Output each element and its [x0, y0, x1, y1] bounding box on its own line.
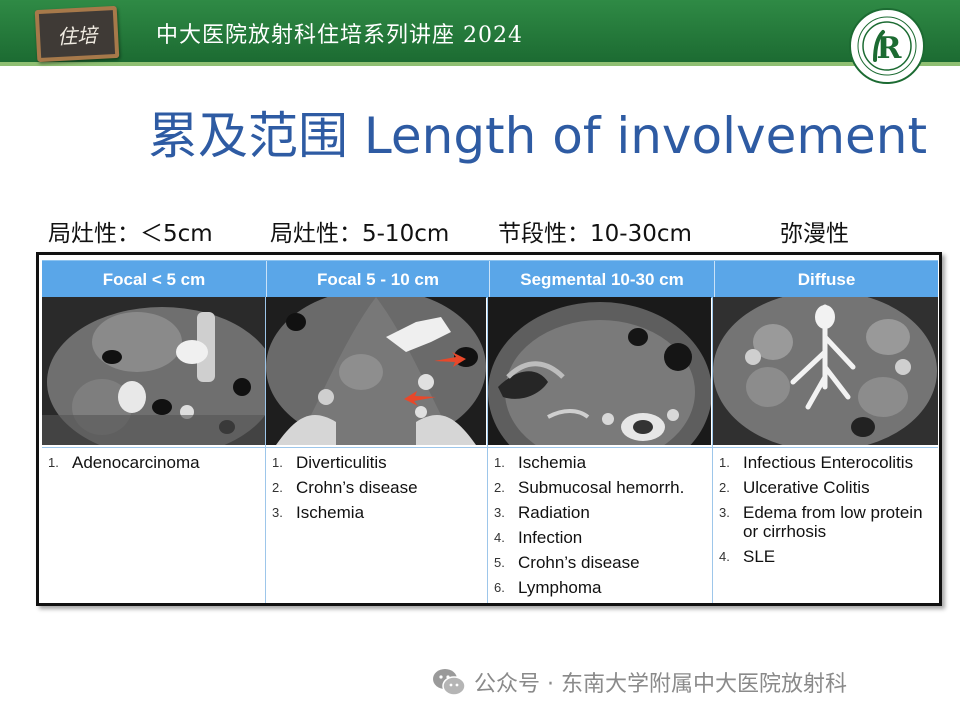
- category-segmental: Segmental 10-30 cm: [520, 269, 684, 289]
- category-header-row: Focal < 5 cm Focal 5 - 10 cm Segmental 1…: [42, 260, 938, 298]
- diagnosis-number: 3.: [494, 505, 505, 520]
- ct-image-focal-small: [42, 297, 265, 445]
- diagnosis-number: 1.: [48, 455, 59, 470]
- diagnosis-number: 1.: [494, 455, 505, 470]
- diagnosis-item: 5. Crohn’s disease: [494, 550, 712, 575]
- diagnosis-item: 2. Submucosal hemorrh.: [494, 475, 712, 500]
- diagnosis-number: 2.: [272, 480, 283, 495]
- diagnosis-text: Diverticulitis: [296, 453, 387, 472]
- diagnosis-text: SLE: [743, 547, 776, 566]
- column-header-diffuse: 弥漫性: [780, 221, 849, 247]
- diagnosis-number: 3.: [719, 505, 730, 520]
- list-focal-medium: 1. Diverticulitis 2. Crohn’s disease 3. Ische…: [266, 450, 487, 602]
- row-divider: [42, 447, 938, 448]
- diagnosis-text: Radiation: [518, 503, 590, 522]
- diagnosis-text: Ulcerative Colitis: [743, 478, 870, 497]
- diagnosis-text: Lymphoma: [518, 578, 602, 597]
- diagnosis-text: Adenocarcinoma: [72, 453, 200, 472]
- wechat-watermark: 公众号 · 东南大学附属中大医院放射科: [432, 666, 847, 698]
- diagnosis-text: Ischemia: [518, 453, 587, 472]
- diagnosis-item: 1. Diverticulitis: [272, 450, 487, 475]
- category-diffuse: Diffuse: [797, 269, 856, 289]
- diagnosis-text: Infection: [518, 528, 583, 547]
- involvement-table: Focal < 5 cm Focal 5 - 10 cm Segmental 1…: [36, 252, 942, 606]
- diagnosis-item: 1. Infectious Enterocolitis: [719, 450, 938, 475]
- diagnosis-number: 4.: [719, 549, 730, 564]
- logo-text: 住培: [56, 22, 98, 49]
- diagnosis-item: 4. SLE: [719, 544, 938, 569]
- wechat-icon: [433, 669, 466, 696]
- page-title: 累及范围 Length of involvement: [148, 107, 928, 165]
- diagnosis-item: 3. Ischemia: [272, 500, 487, 525]
- watermark-text: 公众号 · 东南大学附属中大医院放射科: [474, 672, 847, 697]
- diagnosis-item: 1. Ischemia: [494, 450, 712, 475]
- category-focal-medium: Focal 5 - 10 cm: [317, 269, 439, 289]
- ct-image-segmental: [488, 297, 711, 445]
- ct-image-diffuse: [713, 297, 938, 445]
- column-header-focal-medium: 局灶性：5-10cm: [270, 221, 450, 247]
- header-strip: [0, 62, 960, 66]
- column-header-segmental: 节段性：10-30cm: [498, 221, 692, 247]
- diagnosis-text: Edema from low protein or cirrhosis: [743, 503, 923, 541]
- diagnosis-text: Ischemia: [296, 503, 365, 522]
- diagnosis-item: 1. Adenocarcinoma: [48, 450, 265, 475]
- emblem-letter: R: [877, 31, 903, 66]
- ct-image-focal-medium: [266, 297, 486, 445]
- diagnosis-text: Submucosal hemorrh.: [518, 478, 685, 497]
- diagnosis-item: 4. Infection: [494, 525, 712, 550]
- diagnosis-item: 3. Radiation: [494, 500, 712, 525]
- list-diffuse: 1. Infectious Enterocolitis 2. Ulcerative C…: [713, 450, 938, 602]
- series-title: 中大医院放射科住培系列讲座 2024: [156, 23, 523, 48]
- diagnosis-text: Crohn’s disease: [296, 478, 418, 497]
- list-segmental: 1. Ischemia 2. Submucosal hemorrh. 3. Radiati…: [488, 450, 712, 602]
- diagnosis-text: Crohn’s disease: [518, 553, 640, 572]
- hospital-emblem-icon: R: [849, 8, 925, 84]
- diagnosis-text: Infectious Enterocolitis: [743, 453, 914, 472]
- logo-chalkboard: 住培: [34, 5, 120, 63]
- diagnosis-item: 2. Crohn’s disease: [272, 475, 487, 500]
- diagnosis-item: 2. Ulcerative Colitis: [719, 475, 938, 500]
- slide: 住培 中大医院放射科住培系列讲座 2024 R 累及范围 Length of i…: [0, 0, 960, 720]
- diagnosis-number: 3.: [272, 505, 283, 520]
- diagnosis-item: 6. Lymphoma: [494, 575, 712, 600]
- diagnosis-number: 1.: [719, 455, 730, 470]
- diagnosis-item: 3. Edema from low protein or cirrhosis: [719, 500, 938, 544]
- diagnosis-number: 2.: [494, 480, 505, 495]
- diagnosis-number: 2.: [719, 480, 730, 495]
- diagnosis-number: 4.: [494, 530, 505, 545]
- column-header-focal-small: 局灶性：＜5cm: [48, 221, 213, 247]
- diagnosis-number: 6.: [494, 580, 505, 595]
- list-focal-small: 1. Adenocarcinoma: [42, 450, 265, 602]
- diagnosis-number: 5.: [494, 555, 505, 570]
- category-focal-small: Focal < 5 cm: [102, 269, 206, 289]
- diagnosis-number: 1.: [272, 455, 283, 470]
